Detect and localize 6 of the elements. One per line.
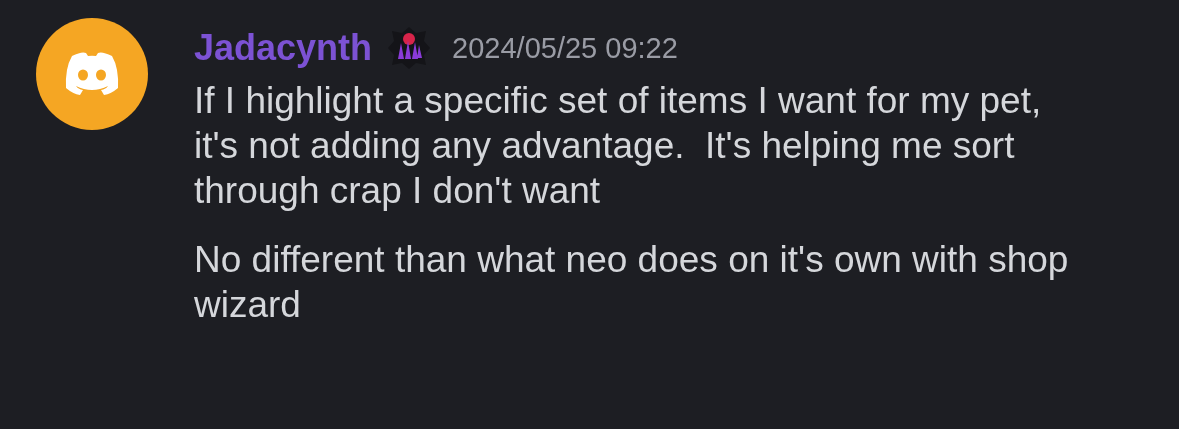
timestamp: 2024/05/25 09:22 (452, 33, 678, 63)
avatar-icon[interactable] (36, 18, 148, 130)
author-name[interactable]: Jadacynth (194, 30, 373, 66)
badge-icon[interactable] (386, 25, 433, 71)
message-text: No different than what neo does on it's own with shop wizard (194, 238, 1070, 327)
message-text: If I highlight a specific set of items I want for my pet, it's not adding any advantage. It's helping me sort through crap I don't want (194, 79, 1043, 213)
